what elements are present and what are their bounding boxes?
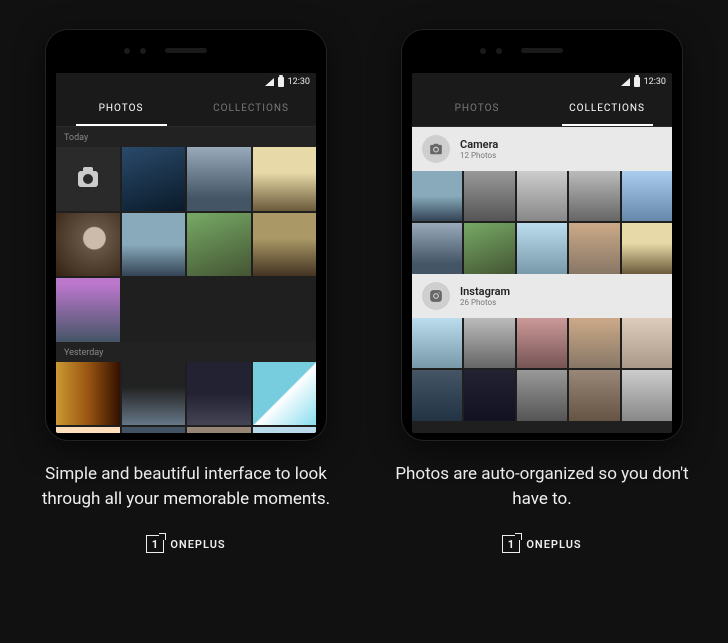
- tab-collections[interactable]: COLLECTIONS: [542, 91, 672, 126]
- photo-thumb[interactable]: [622, 223, 672, 273]
- album-count: 12 Photos: [460, 151, 498, 160]
- phone-frame-right: 12:30 PHOTOS COLLECTIONS: [402, 30, 682, 440]
- battery-icon: [278, 77, 284, 87]
- screen-left: 12:30 PHOTOS COLLECTIONS Today: [56, 73, 316, 433]
- photo-thumb[interactable]: [569, 370, 619, 420]
- caption-right: Photos are auto-organized so you don't h…: [384, 462, 700, 511]
- grid-yesterday: [56, 362, 316, 434]
- photo-thumb[interactable]: [517, 223, 567, 273]
- photo-thumb[interactable]: [517, 171, 567, 221]
- album-strip-camera: [412, 171, 672, 274]
- grid-today: [56, 147, 316, 342]
- photo-thumb[interactable]: [56, 278, 120, 342]
- brand-name: ONEPLUS: [526, 538, 581, 551]
- battery-icon: [634, 77, 640, 87]
- section-header-today: Today: [56, 127, 316, 147]
- photo-thumb[interactable]: [464, 171, 514, 221]
- album-header-camera[interactable]: Camera 12 Photos: [412, 127, 672, 171]
- photo-thumb[interactable]: [187, 427, 251, 433]
- tab-bar: PHOTOS COLLECTIONS: [412, 91, 672, 127]
- album-header-instagram[interactable]: Instagram 26 Photos: [412, 274, 672, 318]
- tab-label: PHOTOS: [99, 103, 144, 114]
- photo-thumb[interactable]: [412, 223, 462, 273]
- tab-label: COLLECTIONS: [569, 103, 645, 114]
- photo-thumb[interactable]: [56, 213, 120, 277]
- status-bar: 12:30: [412, 73, 672, 91]
- photo-thumb[interactable]: [122, 213, 186, 277]
- brand-name: ONEPLUS: [170, 538, 225, 551]
- phone-sensors: [124, 48, 146, 54]
- photo-thumb[interactable]: [622, 171, 672, 221]
- camera-icon: [78, 171, 98, 187]
- phone-frame-left: 12:30 PHOTOS COLLECTIONS Today: [46, 30, 326, 440]
- photo-thumb[interactable]: [122, 362, 186, 426]
- photo-thumb[interactable]: [187, 362, 251, 426]
- screen-right: 12:30 PHOTOS COLLECTIONS: [412, 73, 672, 433]
- photo-thumb[interactable]: [122, 427, 186, 433]
- clock: 12:30: [288, 77, 310, 87]
- caption-left: Simple and beautiful interface to look t…: [28, 462, 344, 511]
- photo-thumb[interactable]: [253, 362, 317, 426]
- photo-thumb[interactable]: [569, 171, 619, 221]
- photos-content: Today Yesterday: [56, 127, 316, 433]
- tab-label: COLLECTIONS: [213, 103, 289, 114]
- phone-sensors: [480, 48, 502, 54]
- oneplus-logo-icon: 1: [502, 535, 520, 553]
- photo-thumb[interactable]: [122, 147, 186, 211]
- phone-speaker: [521, 48, 563, 53]
- phone-speaker: [165, 48, 207, 53]
- photo-thumb[interactable]: [187, 213, 251, 277]
- signal-icon: [265, 78, 274, 86]
- tab-photos[interactable]: PHOTOS: [56, 91, 186, 126]
- clock: 12:30: [644, 77, 666, 87]
- tab-collections[interactable]: COLLECTIONS: [186, 91, 316, 126]
- photo-thumb[interactable]: [253, 213, 317, 277]
- photo-thumb[interactable]: [253, 147, 317, 211]
- camera-album-icon: [422, 135, 450, 163]
- photo-thumb[interactable]: [464, 370, 514, 420]
- photo-thumb[interactable]: [412, 171, 462, 221]
- album-count: 26 Photos: [460, 298, 510, 307]
- photo-thumb[interactable]: [56, 362, 120, 426]
- photo-thumb[interactable]: [187, 147, 251, 211]
- panel-photos: 12:30 PHOTOS COLLECTIONS Today: [28, 30, 344, 553]
- photo-thumb[interactable]: [569, 223, 619, 273]
- brand-badge: 1 ONEPLUS: [146, 535, 225, 553]
- instagram-album-icon: [422, 282, 450, 310]
- photo-thumb[interactable]: [622, 318, 672, 368]
- collections-content: Camera 12 Photos: [412, 127, 672, 433]
- signal-icon: [621, 78, 630, 86]
- photo-thumb[interactable]: [517, 318, 567, 368]
- album-title: Camera: [460, 138, 498, 151]
- tab-bar: PHOTOS COLLECTIONS: [56, 91, 316, 127]
- album-title: Instagram: [460, 285, 510, 298]
- tab-label: PHOTOS: [455, 103, 500, 114]
- photo-thumb[interactable]: [56, 427, 120, 433]
- oneplus-logo-icon: 1: [146, 535, 164, 553]
- photo-thumb[interactable]: [464, 318, 514, 368]
- photo-thumb[interactable]: [517, 370, 567, 420]
- panel-collections: 12:30 PHOTOS COLLECTIONS: [384, 30, 700, 553]
- tab-photos[interactable]: PHOTOS: [412, 91, 542, 126]
- section-header-yesterday: Yesterday: [56, 342, 316, 362]
- camera-tile[interactable]: [56, 147, 120, 211]
- album-strip-instagram: [412, 318, 672, 421]
- photo-thumb[interactable]: [569, 318, 619, 368]
- brand-badge: 1 ONEPLUS: [502, 535, 581, 553]
- photo-thumb[interactable]: [622, 370, 672, 420]
- photo-thumb[interactable]: [464, 223, 514, 273]
- photo-thumb[interactable]: [412, 318, 462, 368]
- photo-thumb[interactable]: [253, 427, 317, 433]
- photo-thumb[interactable]: [412, 370, 462, 420]
- status-bar: 12:30: [56, 73, 316, 91]
